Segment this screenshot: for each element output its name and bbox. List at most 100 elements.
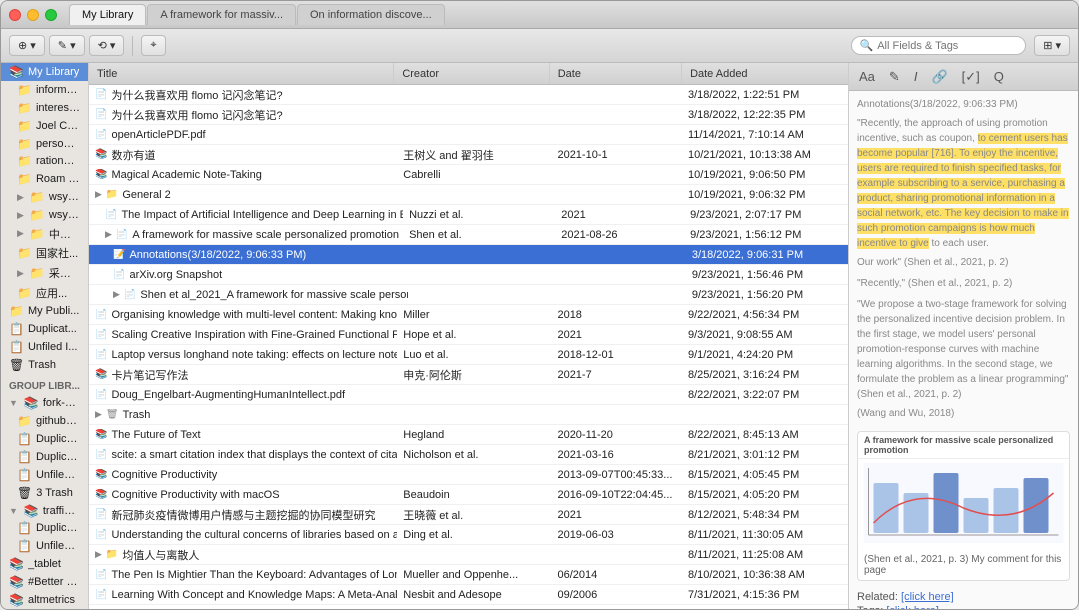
table-row[interactable]: 📄为什么我喜欢用 flomo 记闪念笔记? 3/18/2022, 1:22:51… — [89, 85, 848, 105]
table-row[interactable]: 📄Doug_Engelbart-AugmentingHumanIntellect… — [89, 385, 848, 405]
sidebar-label: Joel Chan — [36, 120, 80, 132]
close-button[interactable] — [9, 9, 21, 21]
sidebar-item-trash1[interactable]: 🗑 Trash — [1, 356, 88, 374]
document-icon: 📄 — [95, 349, 107, 360]
sidebar-item-tablet[interactable]: 📚 _tablet — [1, 555, 88, 573]
search-input[interactable] — [877, 40, 1017, 52]
table-row[interactable]: 📚Cognitive Productivity 2013-09-07T00:45… — [89, 465, 848, 485]
table-row[interactable]: 📄arXiv.org Snapshot 9/23/2021, 1:56:46 P… — [89, 265, 848, 285]
sidebar-label: _tablet — [28, 558, 61, 570]
table-row[interactable]: ▶ 🗑Trash — [89, 405, 848, 425]
locate-button[interactable]: ⌖ — [141, 35, 165, 56]
sidebar-item-unfiled3[interactable]: 📋 Unfiled I... — [1, 537, 88, 555]
library-icon: 📚 — [9, 65, 24, 79]
table-row[interactable]: 📚The Future of Text Hegland 2020-11-20 8… — [89, 425, 848, 445]
view-button[interactable]: ⊞ ▾ — [1034, 35, 1070, 56]
edit-tool-button[interactable]: ✎ — [885, 67, 904, 87]
table-row[interactable]: 📄openArticlePDF.pdf 11/14/2021, 7:10:14 … — [89, 125, 848, 145]
sidebar-item-guojia[interactable]: 📁 国家社... — [1, 244, 88, 264]
sidebar-item-github-f[interactable]: 📁 github-f... — [1, 412, 88, 430]
cell-title: 📚卡片笔记写作法 — [89, 367, 397, 383]
sidebar-item-traffic-waze[interactable]: ▼ 📚 traffic-waze... — [1, 502, 88, 520]
cell-title: 📄为什么我喜欢用 flomo 记闪念笔记? — [89, 87, 397, 103]
table-row[interactable]: 📄Scaling Creative Inspiration with Fine-… — [89, 325, 848, 345]
checklist-button[interactable]: [✓] — [958, 67, 984, 87]
table-row[interactable]: ▶ 📁General 2 10/19/2021, 9:06:32 PM — [89, 185, 848, 205]
sidebar-label: informa... — [36, 84, 80, 96]
table-row[interactable]: ▶ 📄A framework for massive scale persona… — [89, 225, 848, 245]
chevron-right-icon: ▶ — [17, 268, 24, 279]
sidebar-item-my-publi[interactable]: 📁 My Publi... — [1, 302, 88, 320]
sidebar-item-wsypubl2[interactable]: ▶ 📁 wsyPubl... — [1, 206, 88, 224]
edit-button[interactable]: ✎ ▾ — [49, 35, 85, 56]
search-bar[interactable]: 🔍 — [851, 36, 1027, 55]
sidebar-item-roam[interactable]: 📁 Roam R... — [1, 170, 88, 188]
sidebar-item-better-bibt[interactable]: 📚 #Better BibT... — [1, 573, 88, 591]
maximize-button[interactable] — [45, 9, 57, 21]
column-header-dateadded[interactable]: Date Added — [682, 63, 848, 84]
sidebar-item-duplic2[interactable]: 📋 Duplicat... — [1, 430, 88, 448]
quote-button[interactable]: Q — [990, 67, 1008, 86]
folder-icon: 📁 — [106, 549, 118, 560]
book-icon: 📚 — [95, 469, 107, 480]
table-row[interactable]: 📄The Pen Is Mightier Than the Keyboard: … — [89, 565, 848, 585]
sidebar-item-duplic1[interactable]: 📋 Duplicat... — [1, 320, 88, 338]
sidebar-item-informa[interactable]: 📁 informa... — [1, 81, 88, 99]
sidebar-item-fork-cite[interactable]: ▼ 📚 fork-cite-... — [1, 394, 88, 412]
italic-button[interactable]: I — [910, 67, 922, 86]
link-button[interactable]: 🔗 — [927, 67, 951, 87]
table-row[interactable]: 📄Understanding the cultural concerns of … — [89, 525, 848, 545]
sidebar: 📚 My Library 📁 informa... 📁 interesti...… — [1, 63, 89, 609]
sidebar-item-interesti[interactable]: 📁 interesti... — [1, 99, 88, 117]
table-row[interactable]: ▶ 📁均值人与离散人 8/11/2021, 11:25:08 AM — [89, 545, 848, 565]
sidebar-item-unfiled1[interactable]: 📋 Unfiled I... — [1, 338, 88, 356]
cell-date: 2019-06-03 — [551, 529, 682, 541]
tab-my-library[interactable]: My Library — [69, 4, 146, 25]
tags-label: Tags: — [857, 605, 883, 609]
sidebar-item-trash2[interactable]: 🗑 3 Trash — [1, 484, 88, 502]
document-icon: 📄 — [95, 449, 107, 460]
column-header-date[interactable]: Date — [550, 63, 682, 84]
sidebar-item-unfiled2[interactable]: 📋 Unfiled I... — [1, 466, 88, 484]
table-row[interactable]: 📄Note-taking and Handouts in The Digital… — [89, 605, 848, 609]
related-link[interactable]: [click here] — [901, 591, 954, 603]
table-row[interactable]: 📚Magical Academic Note-Taking Cabrelli 1… — [89, 165, 848, 185]
sidebar-item-zhongwen[interactable]: ▶ 📁 中文文... — [1, 224, 88, 244]
tab-framework[interactable]: A framework for massiv... — [147, 4, 296, 25]
sidebar-item-joel-chan[interactable]: 📁 Joel Chan — [1, 117, 88, 135]
table-row[interactable]: 📄Learning With Concept and Knowledge Map… — [89, 585, 848, 605]
sidebar-label: #Better BibT... — [28, 576, 80, 588]
tab-information[interactable]: On information discove... — [297, 4, 445, 25]
column-header-title[interactable]: Title — [89, 63, 394, 84]
table-row[interactable]: 📄新冠肺炎疫情微博用户情感与主题挖掘的协同模型研究 王晓薇 et al. 202… — [89, 505, 848, 525]
cell-creator: Nuzzi et al. — [403, 209, 555, 221]
sidebar-item-rational[interactable]: 📁 rational... — [1, 152, 88, 170]
sidebar-item-cailiao[interactable]: ▶ 📁 采集自... — [1, 263, 88, 283]
minimize-button[interactable] — [27, 9, 39, 21]
cell-creator: Hegland — [397, 429, 551, 441]
table-row[interactable]: 📚卡片笔记写作法 申克·阿伦斯 2021-7 8/25/2021, 3:16:2… — [89, 365, 848, 385]
tags-link[interactable]: [click here] — [886, 605, 939, 609]
table-row[interactable]: 📄为什么我喜欢用 flomo 记闪念笔记? 3/18/2022, 12:22:3… — [89, 105, 848, 125]
table-row-selected[interactable]: 📝Annotations(3/18/2022, 9:06:33 PM) 3/18… — [89, 245, 848, 265]
sidebar-item-altmetrics[interactable]: 📚 altmetrics — [1, 591, 88, 609]
sidebar-item-wsypubl1[interactable]: ▶ 📁 wsyPubl... — [1, 188, 88, 206]
table-row[interactable]: 📚Cognitive Productivity with macOS Beaud… — [89, 485, 848, 505]
sidebar-item-persona[interactable]: 📁 persona... — [1, 135, 88, 153]
table-row[interactable]: 📄Laptop versus longhand note taking: eff… — [89, 345, 848, 365]
column-header-creator[interactable]: Creator — [394, 63, 549, 84]
sidebar-label: 中文文... — [49, 226, 80, 242]
cell-date: 2021-10-1 — [551, 149, 682, 161]
sidebar-item-duplic3[interactable]: 📋 Duplicat... — [1, 448, 88, 466]
table-row[interactable]: 📚数亦有道 王树义 and 翟羽佳 2021-10-1 10/21/2021, … — [89, 145, 848, 165]
table-row[interactable]: 📄Organising knowledge with multi-level c… — [89, 305, 848, 325]
new-item-button[interactable]: ⊕ ▾ — [9, 35, 45, 56]
sidebar-item-duplic4[interactable]: 📋 Duplicat... — [1, 520, 88, 538]
font-button[interactable]: Aa — [855, 67, 879, 86]
sidebar-item-yingyong[interactable]: 📁 应用... — [1, 283, 88, 303]
sidebar-item-my-library[interactable]: 📚 My Library — [1, 63, 88, 81]
action-button[interactable]: ⟲ ▾ — [89, 35, 125, 56]
table-row[interactable]: 📄The Impact of Artificial Intelligence a… — [89, 205, 848, 225]
table-row[interactable]: ▶ 📄Shen et al_2021_A framework for massi… — [89, 285, 848, 305]
table-row[interactable]: 📄scite: a smart citation index that disp… — [89, 445, 848, 465]
